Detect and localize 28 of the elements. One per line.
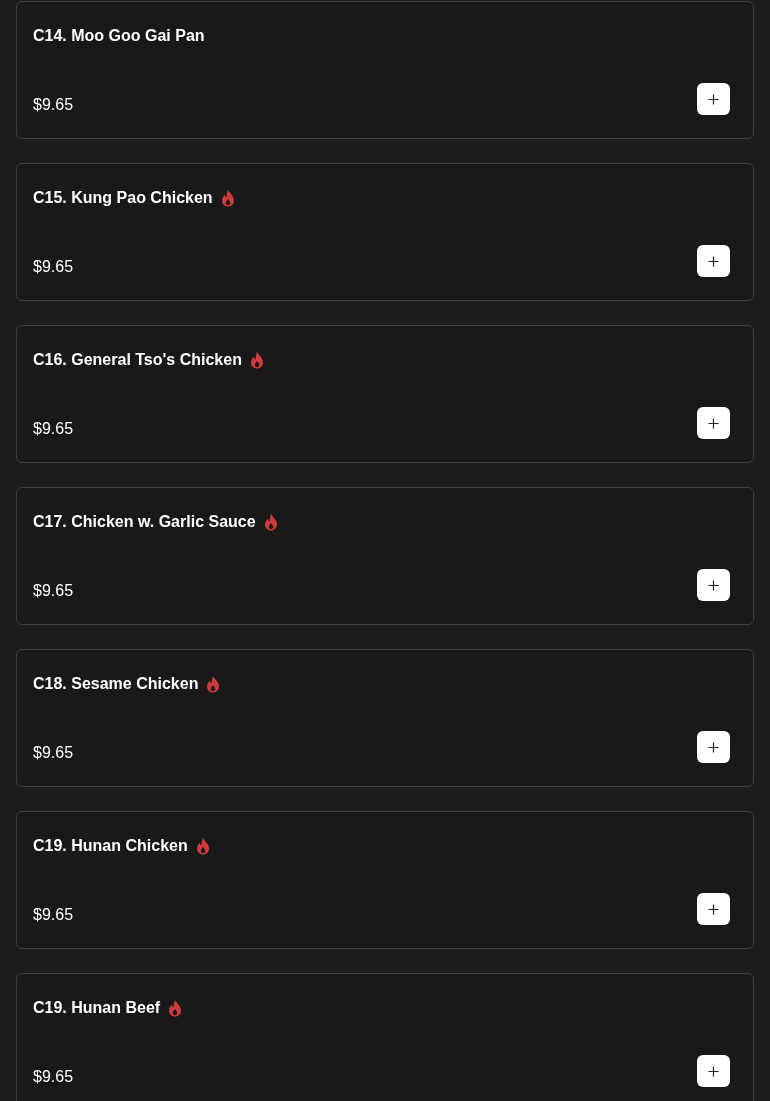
plus-icon <box>708 903 719 915</box>
plus-icon <box>708 417 719 429</box>
dish-price: $9.65 <box>33 1067 74 1087</box>
plus-icon <box>708 741 719 753</box>
dish-name: C15. Kung Pao Chicken <box>33 188 213 208</box>
plus-icon <box>708 1065 719 1077</box>
dish-price: $9.65 <box>33 95 74 115</box>
dish-name: C18. Sesame Chicken <box>33 674 199 694</box>
dish-price: $9.65 <box>33 419 74 439</box>
add-button[interactable] <box>697 83 730 115</box>
dish-name: C17. Chicken w. Garlic Sauce <box>33 512 256 532</box>
dish-price: $9.65 <box>33 257 74 277</box>
dish-name: C19. Hunan Beef <box>33 998 161 1018</box>
add-button[interactable] <box>697 731 730 763</box>
dish-price: $9.65 <box>33 743 74 763</box>
dish-name: C14. Moo Goo Gai Pan <box>33 26 205 46</box>
dish-name: C16. General Tso's Chicken <box>33 350 242 370</box>
plus-icon <box>708 93 719 105</box>
add-button[interactable] <box>697 893 730 925</box>
add-button[interactable] <box>697 1055 730 1087</box>
plus-icon <box>708 579 719 591</box>
add-button[interactable] <box>697 407 730 439</box>
add-button[interactable] <box>697 569 730 601</box>
dish-name: C19. Hunan Chicken <box>33 836 188 856</box>
dish-price: $9.65 <box>33 581 74 601</box>
dish-price: $9.65 <box>33 905 74 925</box>
add-button[interactable] <box>697 245 730 277</box>
plus-icon <box>708 255 719 267</box>
